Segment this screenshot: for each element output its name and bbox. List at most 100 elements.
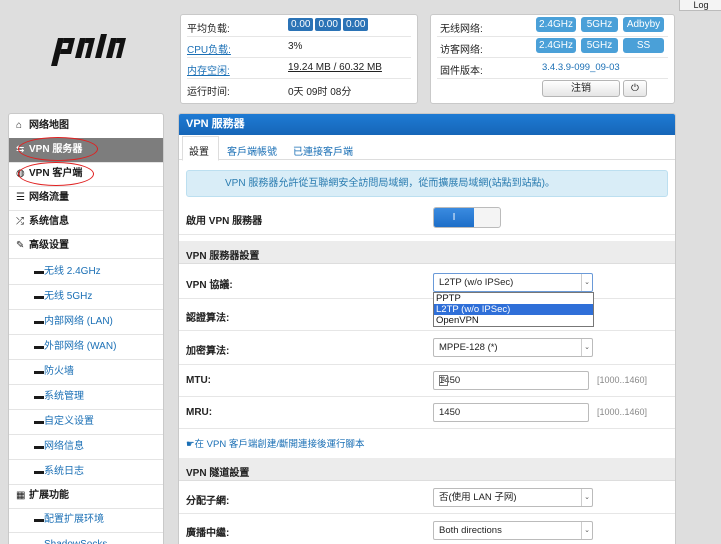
sidebar-item-ext-env[interactable]: ▬ 配置扩展环境 [9, 508, 163, 533]
uptime-row: 运行时间: 0天 09时 08分 [187, 78, 411, 99]
firmware-row: 固件版本: 3.4.3.9-099_09-03 [437, 57, 668, 79]
log-button[interactable]: Log [679, 0, 721, 11]
subnet-value: 否(使用 LAN 子网) [439, 492, 517, 503]
sidebar-item-firewall[interactable]: ▬ 防火墙 [9, 360, 163, 385]
mru-value: 1450 [439, 407, 461, 418]
network-status-panel: 无线网络: 2.4GHz 5GHz Adbyby 访客网络: 2.4GHz 5G… [430, 14, 675, 104]
subnet-label: 分配子網: [186, 496, 230, 507]
enable-vpn-toggle[interactable]: I [433, 207, 501, 228]
uptime-label: 运行时间: [187, 87, 230, 98]
encryption-label: 加密算法: [186, 346, 230, 357]
power-icon[interactable]: ⏻ [623, 80, 647, 97]
dash-icon: ▬ [34, 341, 44, 352]
dash-icon: ▬ [34, 441, 44, 452]
grid-icon: ▦ [16, 490, 26, 501]
dash-icon: ▬ [34, 533, 44, 544]
encryption-row: 加密算法: [179, 330, 675, 365]
sidebar-item-lan[interactable]: ▬ 内部网络 (LAN) [9, 310, 163, 335]
subnet-row: 分配子網: [179, 481, 675, 514]
sidebar-item-advanced[interactable]: ✎ 高级设置 [9, 234, 163, 259]
mru-input[interactable]: 1450 [433, 403, 589, 422]
sidebar-item-extensions[interactable]: ▦ 扩展功能 [9, 484, 163, 509]
cpu-link[interactable]: CPU负载: [187, 41, 231, 56]
sidebar-item-label: ShadowSocks [44, 533, 107, 544]
sidebar-item-label: 网络地图 [29, 120, 69, 131]
tab-settings[interactable]: 設置 [189, 143, 209, 158]
sidebar-item-wireless-5[interactable]: ▬ 无线 5GHz [9, 285, 163, 310]
sidebar-item-admin[interactable]: ▬ 系统管理 [9, 385, 163, 410]
cpu-value: 3% [288, 41, 303, 52]
guest-label: 访客网络: [440, 45, 483, 56]
mtu-label: MTU: [186, 375, 211, 386]
broadcast-select[interactable]: Both directions ⌄ [433, 521, 593, 540]
sidebar-item-label: 自定义设置 [44, 416, 94, 427]
logout-button[interactable]: 注销 [542, 80, 620, 97]
uptime-value: 0天 09时 08分 [288, 87, 352, 98]
tab-connected-clients[interactable]: 已連接客戶端 [293, 143, 353, 158]
mtu-range: [1000..1460] [597, 375, 648, 385]
hand-pointer-icon: ☛ [186, 439, 195, 450]
sidebar-item-label: 无线 2.4GHz [44, 266, 101, 277]
encryption-select[interactable]: MPPE-128 (*) ⌄ [433, 338, 593, 357]
adbyby-chip[interactable]: Adbyby [623, 17, 664, 32]
sidebar-item-shadowsocks[interactable]: ▬ShadowSocks [9, 533, 163, 544]
tab-client-accounts[interactable]: 客戶端帳號 [227, 143, 277, 158]
dash-icon: ▬ [34, 291, 44, 302]
protocol-row: VPN 協議: [179, 264, 675, 299]
section-header: VPN 服務器設置 [179, 241, 675, 264]
annotation-circle [18, 137, 98, 161]
sidebar-item-syslog[interactable]: ▬ 系统日志 [9, 460, 163, 485]
memory-link[interactable]: 内存空闲: [187, 62, 230, 77]
wireless-24ghz-chip[interactable]: 2.4GHz [536, 17, 576, 32]
sidebar-item-label: 系统信息 [29, 216, 69, 227]
sidebar-item-label: 配置扩展环境 [44, 514, 104, 525]
panel-header: VPN 服務器 [179, 114, 675, 135]
chevron-down-icon: ⌄ [581, 489, 592, 506]
sidebar-item-wireless-24[interactable]: ▬ 无线 2.4GHz [9, 260, 163, 285]
sidebar-item-custom[interactable]: ▬ 自定义设置 [9, 410, 163, 435]
wireless-label: 无线网络: [440, 24, 483, 35]
dash-icon: ▬ [34, 316, 44, 327]
load-row: 平均负载: 0.00 0.00 0.00 [187, 15, 411, 37]
enable-label: 啟用 VPN 服務器 [186, 216, 263, 227]
sidebar-item-label: 高级设置 [29, 240, 69, 251]
subnet-select[interactable]: 否(使用 LAN 子网) ⌄ [433, 488, 593, 507]
sidebar-item-system-info[interactable]: ⤮ 系统信息 [9, 210, 163, 235]
mtu-input[interactable]: 1450 ⇕ [433, 371, 589, 390]
memory-row: 内存空闲: 19.24 MB / 60.32 MB [187, 57, 411, 79]
dash-icon: ▬ [34, 416, 44, 427]
load-badge: 0.00 [288, 18, 314, 31]
sidebar-item-label: 网络流量 [29, 192, 69, 203]
sidebar-item-label: 防火墙 [44, 366, 74, 377]
mru-label: MRU: [186, 407, 213, 418]
firmware-label: 固件版本: [440, 66, 483, 77]
sidebar-item-wan[interactable]: ▬ 外部网络 (WAN) [9, 335, 163, 360]
section-title: VPN 服務器設置 [186, 251, 260, 262]
guest-row: 访客网络: 2.4GHz 5GHz SS [437, 36, 668, 58]
guest-5ghz-chip[interactable]: 5GHz [581, 38, 618, 53]
chevron-down-icon: ⌄ [581, 522, 592, 539]
broadcast-row: 廣播中繼: [179, 513, 675, 544]
protocol-value: L2TP (w/o IPSec) [439, 277, 514, 288]
dash-icon: ▬ [34, 266, 44, 277]
shuffle-icon: ⤮ [16, 216, 24, 227]
dash-icon: ▬ [34, 514, 44, 525]
sidebar-item-label: 扩展功能 [29, 490, 69, 501]
broadcast-value: Both directions [439, 525, 502, 536]
panel-title: VPN 服務器 [186, 118, 245, 130]
ss-chip[interactable]: SS [623, 38, 664, 53]
sidebar-item-netinfo[interactable]: ▬ 网络信息 [9, 435, 163, 460]
guest-24ghz-chip[interactable]: 2.4GHz [536, 38, 576, 53]
script-link[interactable]: ☛在 VPN 客戶端創建/斷開連接後運行腳本 [186, 436, 364, 450]
sidebar-item-label: 网络信息 [44, 441, 84, 452]
encryption-value: MPPE-128 (*) [439, 342, 498, 353]
wireless-5ghz-chip[interactable]: 5GHz [581, 17, 618, 32]
spinner-icon[interactable]: ⇕ [439, 375, 448, 386]
protocol-select[interactable]: L2TP (w/o IPSec) ⌄ [433, 273, 593, 292]
sidebar-item-network-map[interactable]: ⌂ 网络地图 [9, 114, 163, 139]
chevron-down-icon: ⌄ [581, 339, 592, 356]
sidebar-item-label: 外部网络 (WAN) [44, 341, 117, 352]
sidebar-item-traffic[interactable]: ☰ 网络流量 [9, 186, 163, 211]
firmware-version[interactable]: 3.4.3.9-099_09-03 [542, 62, 620, 73]
toggle-on-side: I [434, 208, 474, 227]
